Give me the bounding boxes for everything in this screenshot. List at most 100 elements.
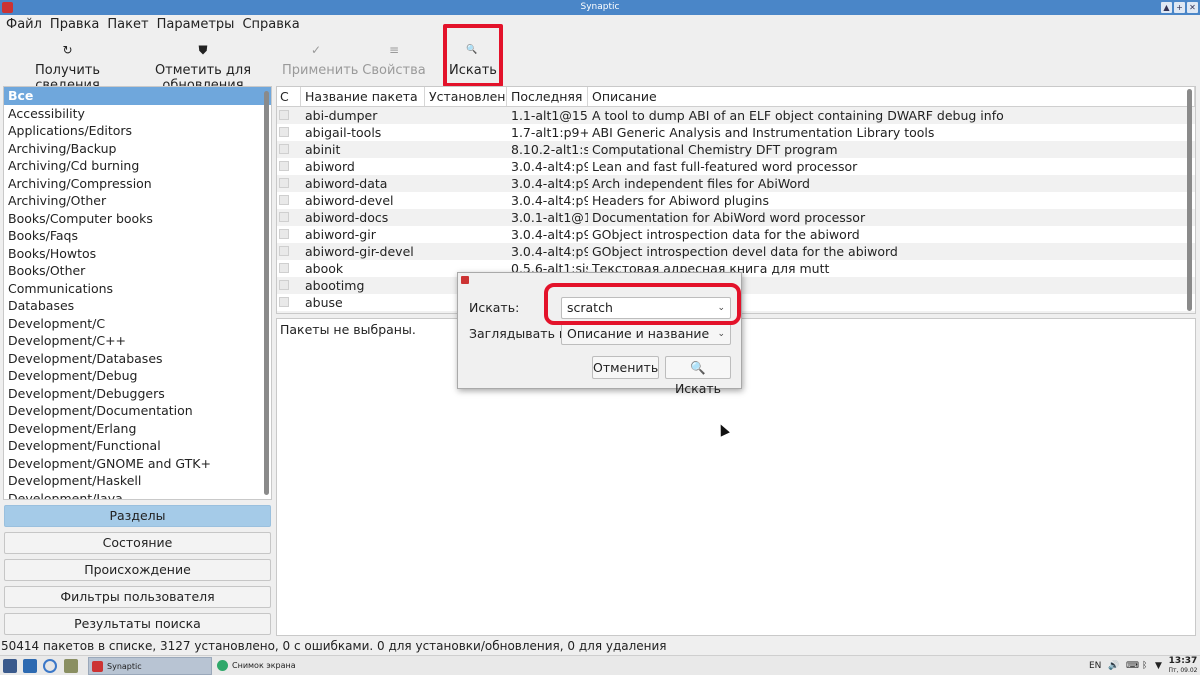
keyboard-layout[interactable]: EN <box>1089 656 1101 675</box>
status-checkbox[interactable] <box>279 144 289 154</box>
status-checkbox[interactable] <box>279 161 289 171</box>
col-installed-header[interactable]: Установленн <box>425 87 507 106</box>
table-row[interactable]: abinit 8.10.2-alt1:sisy Computational Chem… <box>277 141 1195 158</box>
status-checkbox[interactable] <box>279 178 289 188</box>
menu-help[interactable]: Справка <box>242 15 299 35</box>
table-row[interactable]: abiword-devel 3.0.4-alt4:p9+2 Headers for … <box>277 192 1195 209</box>
start-menu-icon[interactable] <box>3 659 17 673</box>
section-item[interactable]: Development/C <box>4 315 271 333</box>
cancel-button[interactable]: Отменить <box>592 356 659 379</box>
package-description: Headers for Abiword plugins <box>592 193 769 208</box>
synaptic-app-icon <box>2 2 13 13</box>
section-item[interactable]: Development/Debuggers <box>4 385 271 403</box>
network-icon[interactable]: ▼ <box>1155 656 1162 675</box>
menu-file[interactable]: Файл <box>6 15 42 35</box>
col-latest-header[interactable]: Последняя ве <box>507 87 588 106</box>
section-item[interactable]: Archiving/Backup <box>4 140 271 158</box>
clock[interactable]: 13:37 Пт, 09.02 <box>1168 656 1198 675</box>
section-item[interactable]: Все <box>4 87 271 105</box>
section-item[interactable]: Development/Haskell <box>4 472 271 490</box>
volume-icon[interactable]: 🔊 <box>1108 656 1119 675</box>
taskbar-task-synaptic[interactable]: Synaptic <box>88 657 212 675</box>
col-description-header[interactable]: Описание <box>588 87 1195 106</box>
table-row[interactable]: abiword-data 3.0.4-alt4:p9+2 Arch independ… <box>277 175 1195 192</box>
table-row[interactable]: abiword-gir 3.0.4-alt4:p9+2 GObject intros… <box>277 226 1195 243</box>
status-checkbox[interactable] <box>279 212 289 222</box>
section-item[interactable]: Applications/Editors <box>4 122 271 140</box>
keyboard-icon[interactable]: ⌨ <box>1126 656 1139 675</box>
section-item[interactable]: Accessibility <box>4 105 271 123</box>
window-maximize-icon[interactable]: + <box>1174 2 1185 13</box>
installed-version <box>425 226 507 243</box>
col-name-header[interactable]: Название пакета <box>301 87 425 106</box>
status-checkbox[interactable] <box>279 246 289 256</box>
table-row[interactable]: abiword-docs 3.0.1-alt1@14 Documentation f… <box>277 209 1195 226</box>
sections-scrollbar[interactable] <box>264 91 269 495</box>
menu-edit[interactable]: Правка <box>50 15 99 35</box>
filter-custom-button[interactable]: Фильтры пользователя <box>4 586 271 608</box>
menu-settings[interactable]: Параметры <box>157 15 235 35</box>
menu-package[interactable]: Пакет <box>107 15 148 35</box>
reload-button[interactable]: ↻ Получить сведения <box>10 35 125 93</box>
table-row[interactable]: abiword 3.0.4-alt4:p9+2 Lean and fast full… <box>277 158 1195 175</box>
table-row[interactable]: abigail-tools 1.7-alt1:p9+24 ABI Generic A… <box>277 124 1195 141</box>
status-checkbox[interactable] <box>279 280 289 290</box>
taskbar-task-screenshot[interactable]: Снимок экрана <box>214 657 334 675</box>
section-item[interactable]: Databases <box>4 297 271 315</box>
mark-upgrades-button[interactable]: ⛊ Отметить для обновления <box>127 35 279 93</box>
status-checkbox[interactable] <box>279 297 289 307</box>
filter-origin-button[interactable]: Происхождение <box>4 559 271 581</box>
status-checkbox[interactable] <box>279 127 289 137</box>
section-item[interactable]: Development/Java <box>4 490 271 500</box>
section-item[interactable]: Development/Debug <box>4 367 271 385</box>
section-item[interactable]: Archiving/Compression <box>4 175 271 193</box>
apply-label: Применить <box>282 63 359 78</box>
task-label: Synaptic <box>107 662 142 671</box>
package-description: Computational Chemistry DFT program <box>592 142 838 157</box>
window-close-icon[interactable]: ✕ <box>1187 2 1198 13</box>
table-row[interactable]: abiword-gir-devel 3.0.4-alt4:p9+2 GObject … <box>277 243 1195 260</box>
section-item[interactable]: Archiving/Cd burning <box>4 157 271 175</box>
section-item[interactable]: Development/GNOME and GTK+ <box>4 455 271 473</box>
section-item[interactable]: Books/Howtos <box>4 245 271 263</box>
section-item[interactable]: Books/Faqs <box>4 227 271 245</box>
apply-button[interactable]: ✓ Применить <box>282 35 358 87</box>
window-shade-icon[interactable]: ▲ <box>1161 2 1172 13</box>
file-manager-icon[interactable] <box>64 659 78 673</box>
section-item[interactable]: Development/C++ <box>4 332 271 350</box>
section-item[interactable]: Development/Documentation <box>4 402 271 420</box>
properties-button[interactable]: ≡ Свойства <box>362 35 426 87</box>
screenshot-task-icon <box>217 660 228 671</box>
filter-sections-button[interactable]: Разделы <box>4 505 271 527</box>
package-name: abuse <box>305 295 343 310</box>
section-item[interactable]: Development/Erlang <box>4 420 271 438</box>
status-checkbox[interactable] <box>279 263 289 273</box>
section-item[interactable]: Books/Computer books <box>4 210 271 228</box>
reload-icon: ↻ <box>62 43 73 57</box>
section-item[interactable]: Development/Databases <box>4 350 271 368</box>
package-description: Arch independent files for AbiWord <box>592 176 810 191</box>
table-row[interactable]: abi-dumper 1.1-alt1@1505 A tool to dump AB… <box>277 107 1195 124</box>
status-checkbox[interactable] <box>279 110 289 120</box>
dialog-search-button[interactable]: 🔍 Искать <box>665 356 731 396</box>
section-item[interactable]: Communications <box>4 280 271 298</box>
sections-list[interactable]: Все Accessibility Applications/Editors A… <box>3 86 272 500</box>
package-table-scrollbar[interactable] <box>1187 89 1192 311</box>
col-status-header[interactable]: С <box>277 87 301 106</box>
filter-search-results-button[interactable]: Результаты поиска <box>4 613 271 635</box>
filter-status-button[interactable]: Состояние <box>4 532 271 554</box>
latest-version: 3.0.4-alt4:p9+2 <box>511 227 588 242</box>
chevron-down-icon: ⌄ <box>717 329 725 339</box>
section-item[interactable]: Archiving/Other <box>4 192 271 210</box>
look-in-select[interactable]: Описание и название ⌄ <box>561 323 731 345</box>
bluetooth-icon[interactable]: ᛒ <box>1142 656 1147 675</box>
package-name: abiword-data <box>305 176 388 191</box>
status-checkbox[interactable] <box>279 229 289 239</box>
section-item[interactable]: Development/Functional <box>4 437 271 455</box>
browser-icon[interactable] <box>43 659 57 673</box>
section-item[interactable]: Books/Other <box>4 262 271 280</box>
status-checkbox[interactable] <box>279 195 289 205</box>
window-titlebar: Synaptic ▲ + ✕ <box>0 0 1200 15</box>
show-desktop-icon[interactable] <box>23 659 37 673</box>
latest-version: 3.0.4-alt4:p9+2 <box>511 244 588 259</box>
